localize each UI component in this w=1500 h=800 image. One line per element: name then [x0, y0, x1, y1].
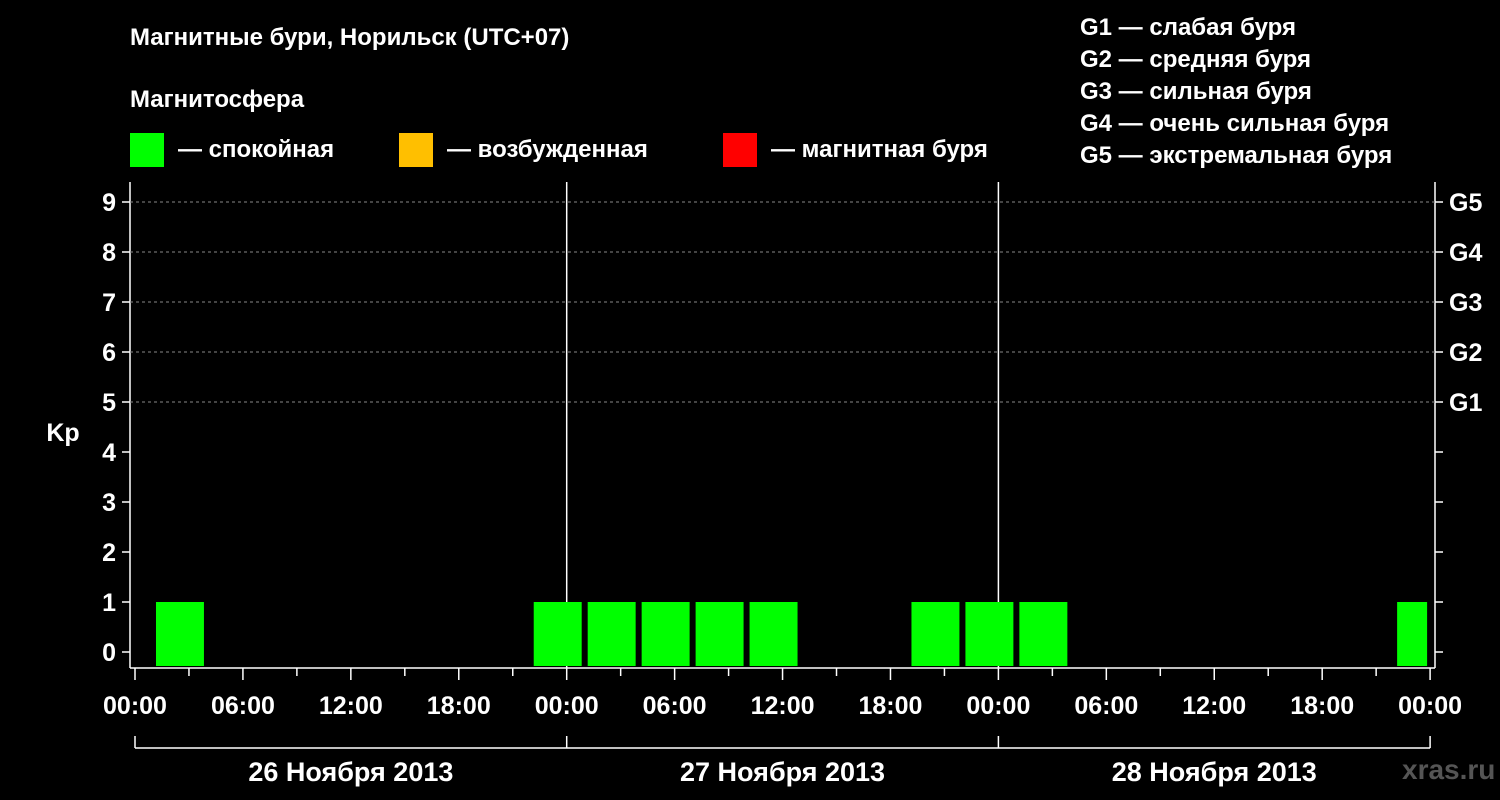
x-tick-label: 06:00: [1074, 692, 1138, 720]
y-tick-label: 3: [102, 489, 116, 517]
kp-bar: [1019, 602, 1068, 666]
x-tick-label: 18:00: [858, 692, 922, 720]
kp-bar: [965, 602, 1014, 666]
g-axis-label: G2: [1449, 339, 1482, 367]
kp-bar: [911, 602, 960, 666]
x-tick-label: 18:00: [1290, 692, 1354, 720]
y-tick-label: 8: [102, 239, 116, 267]
x-tick-label: 00:00: [535, 692, 599, 720]
g-axis-label: G3: [1449, 289, 1482, 317]
x-tick-label: 00:00: [966, 692, 1030, 720]
day-label: 28 Ноября 2013: [1112, 757, 1317, 787]
kp-bar: [533, 602, 582, 666]
g-axis-label: G5: [1449, 189, 1482, 217]
g-axis-label: G4: [1449, 239, 1482, 267]
y-tick-label: 2: [102, 539, 116, 567]
y-tick-label: 7: [102, 289, 116, 317]
y-tick-label: 9: [102, 189, 116, 217]
day-label: 26 Ноября 2013: [248, 757, 453, 787]
kp-bar: [587, 602, 636, 666]
kp-bar: [641, 602, 690, 666]
day-label: 27 Ноября 2013: [680, 757, 885, 787]
kp-bar: [749, 602, 798, 666]
y-tick-label: 1: [102, 589, 116, 617]
watermark: xras.ru: [1402, 754, 1496, 785]
y-axis-label: Kp: [46, 419, 79, 447]
x-tick-label: 18:00: [427, 692, 491, 720]
x-tick-label: 06:00: [211, 692, 275, 720]
kp-bar: [695, 602, 744, 666]
x-tick-label: 12:00: [319, 692, 383, 720]
x-tick-label: 00:00: [103, 692, 167, 720]
g-axis-label: G1: [1449, 389, 1482, 417]
y-tick-label: 6: [102, 339, 116, 367]
y-tick-label: 0: [102, 639, 116, 667]
y-tick-label: 4: [102, 439, 116, 467]
x-tick-label: 00:00: [1398, 692, 1462, 720]
kp-chart: 0 1 2 3 4 5 6 7 8 9 G1 G2 G3 G4 G5 Kp 00:00 06:00 12:00 18:…: [46, 182, 1482, 787]
y-tick-label: 5: [102, 389, 116, 417]
x-tick-label: 12:00: [1182, 692, 1246, 720]
kp-bar: [155, 602, 204, 666]
kp-bar: [1397, 602, 1428, 666]
x-tick-label: 06:00: [643, 692, 707, 720]
x-tick-label: 12:00: [751, 692, 815, 720]
